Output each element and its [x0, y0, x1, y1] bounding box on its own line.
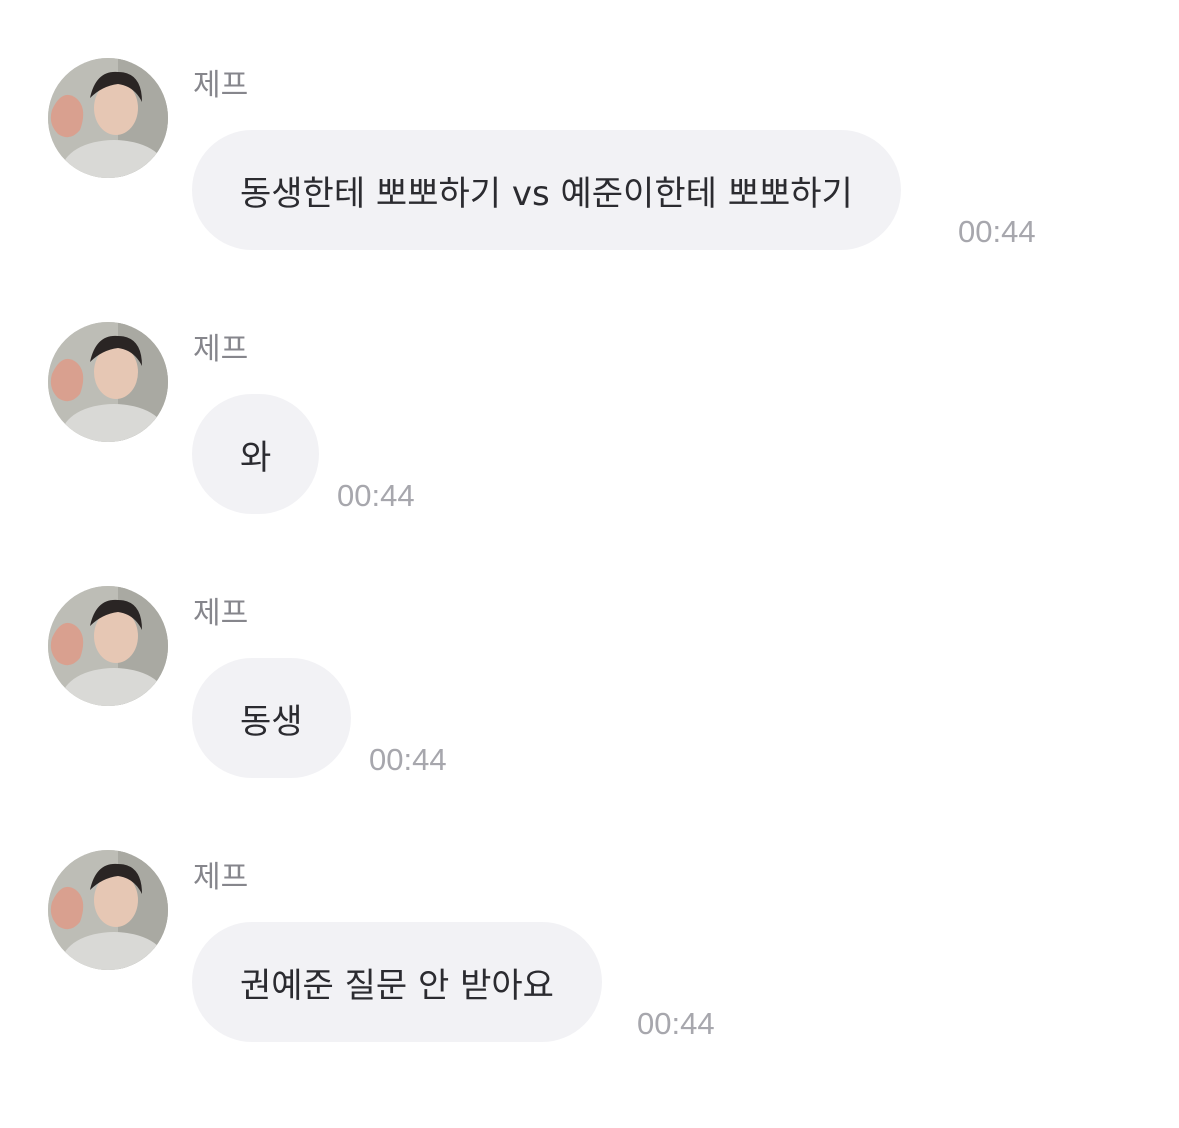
profile-photo	[48, 322, 168, 442]
message-bubble[interactable]: 와	[192, 394, 320, 514]
message-row: 제프 동생한테 뽀뽀하기 vs 예준이한테 뽀뽀하기 00:44	[0, 58, 1179, 258]
avatar[interactable]	[48, 850, 168, 970]
message-row: 제프 동생 00:44	[0, 586, 1179, 786]
avatar[interactable]	[48, 322, 168, 442]
message-bubble[interactable]: 동생	[192, 658, 351, 778]
message-row: 제프 권예준 질문 안 받아요 00:44	[0, 850, 1179, 1050]
sender-name: 제프	[193, 596, 249, 631]
message-timestamp: 00:44	[369, 742, 447, 777]
message-timestamp: 00:44	[337, 478, 415, 513]
profile-photo	[48, 586, 168, 706]
message-timestamp: 00:44	[637, 1006, 715, 1041]
sender-name: 제프	[193, 860, 249, 895]
message-bubble[interactable]: 권예준 질문 안 받아요	[192, 922, 602, 1042]
sender-name: 제프	[193, 68, 249, 103]
message-timestamp: 00:44	[958, 214, 1036, 249]
message-row: 제프 와 00:44	[0, 322, 1179, 522]
profile-photo	[48, 850, 168, 970]
avatar[interactable]	[48, 58, 168, 178]
profile-photo	[48, 58, 168, 178]
message-bubble[interactable]: 동생한테 뽀뽀하기 vs 예준이한테 뽀뽀하기	[192, 130, 901, 250]
sender-name: 제프	[193, 332, 249, 367]
avatar[interactable]	[48, 586, 168, 706]
chat-message-list[interactable]: 제프 동생한테 뽀뽀하기 vs 예준이한테 뽀뽀하기 00:44 제프 와 00…	[0, 0, 1179, 1128]
